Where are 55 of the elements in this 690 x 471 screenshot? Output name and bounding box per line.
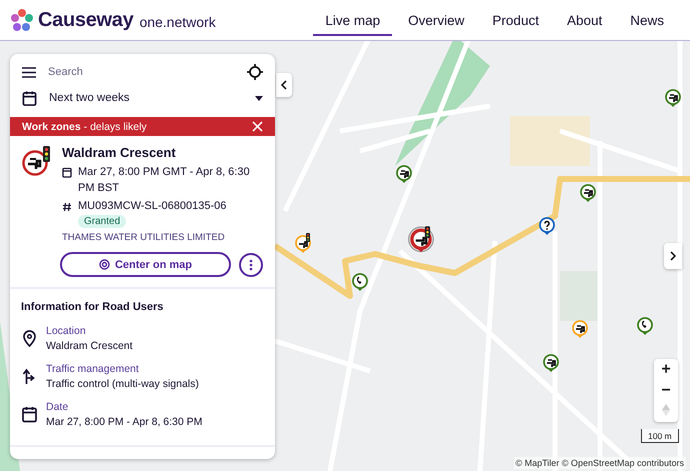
zoom-in-button[interactable]: +: [654, 359, 678, 380]
brand-name: Causeway: [38, 8, 134, 32]
work-reference: MU093MCW-SL-06800135-06: [78, 199, 226, 214]
hash-icon: [62, 202, 72, 212]
nav-link[interactable]: About: [554, 4, 614, 36]
info-label: Location: [46, 324, 87, 339]
nav-link[interactable]: News: [618, 4, 676, 36]
info-label: Traffic management: [46, 362, 140, 377]
info-value: Mar 27, 8:00 PM - Apr 8, 6:30 PM: [46, 415, 202, 430]
info-value: Waldram Crescent: [46, 339, 133, 354]
section-heading: Information for Road Users: [20, 300, 164, 315]
nav-link[interactable]: Product: [480, 4, 551, 36]
chevron-right-icon: [670, 251, 676, 261]
work-title: Waldram Crescent: [62, 145, 177, 160]
brand-suffix: one.network: [139, 14, 216, 30]
organisation-name: THAMES WATER UTILITIES LIMITED: [62, 232, 226, 243]
work-dates: Mar 27, 8:00 PM GMT - Apr 8, 6:30 PM BST: [78, 165, 251, 196]
collapse-panel-button[interactable]: [276, 73, 292, 97]
map-marker-icon[interactable]: [635, 314, 655, 336]
location-pin-icon: [21, 330, 38, 347]
center-on-map-button[interactable]: Center on map: [60, 252, 231, 277]
info-label: Date: [46, 400, 70, 415]
scale-bar: 100 m: [641, 429, 679, 443]
map-marker-icon[interactable]: [293, 232, 313, 254]
nav-link[interactable]: Live map: [313, 4, 392, 36]
map-marker-icon[interactable]: [578, 181, 598, 203]
nav-link[interactable]: Overview: [396, 4, 476, 36]
compass-icon: [662, 404, 670, 416]
menu-icon[interactable]: [22, 66, 36, 78]
map-marker-icon[interactable]: [663, 86, 683, 108]
logo-icon: [10, 8, 34, 32]
more-options-button[interactable]: [239, 252, 263, 276]
close-icon[interactable]: [252, 121, 263, 132]
expand-panel-button[interactable]: [664, 243, 682, 269]
map-marker-icon[interactable]: [537, 214, 557, 236]
map-marker-icon[interactable]: [408, 225, 434, 254]
map-marker-icon[interactable]: [350, 270, 370, 292]
zoom-out-button[interactable]: −: [654, 380, 678, 401]
calendar-icon: [21, 406, 38, 423]
status-badge: Granted: [78, 215, 126, 228]
map-attribution: © MapTiler © OpenStreetMap contributors: [514, 457, 686, 469]
info-value: Traffic control (multi-way signals): [46, 377, 199, 392]
search-field[interactable]: Search: [48, 64, 235, 80]
kebab-icon: [249, 258, 253, 270]
target-icon: [98, 259, 110, 270]
period-select[interactable]: Next two weeks: [49, 92, 243, 104]
chevron-left-icon: [281, 80, 287, 90]
locate-icon[interactable]: [247, 64, 263, 80]
banner-text: Work zones - delays likely: [22, 120, 148, 132]
map-marker-icon[interactable]: [570, 317, 590, 339]
map-marker-icon[interactable]: [394, 162, 414, 184]
caret-icon[interactable]: [255, 96, 263, 100]
calendar-icon: [62, 167, 72, 178]
calendar-icon: [22, 90, 37, 106]
map-marker-icon[interactable]: [541, 351, 561, 373]
